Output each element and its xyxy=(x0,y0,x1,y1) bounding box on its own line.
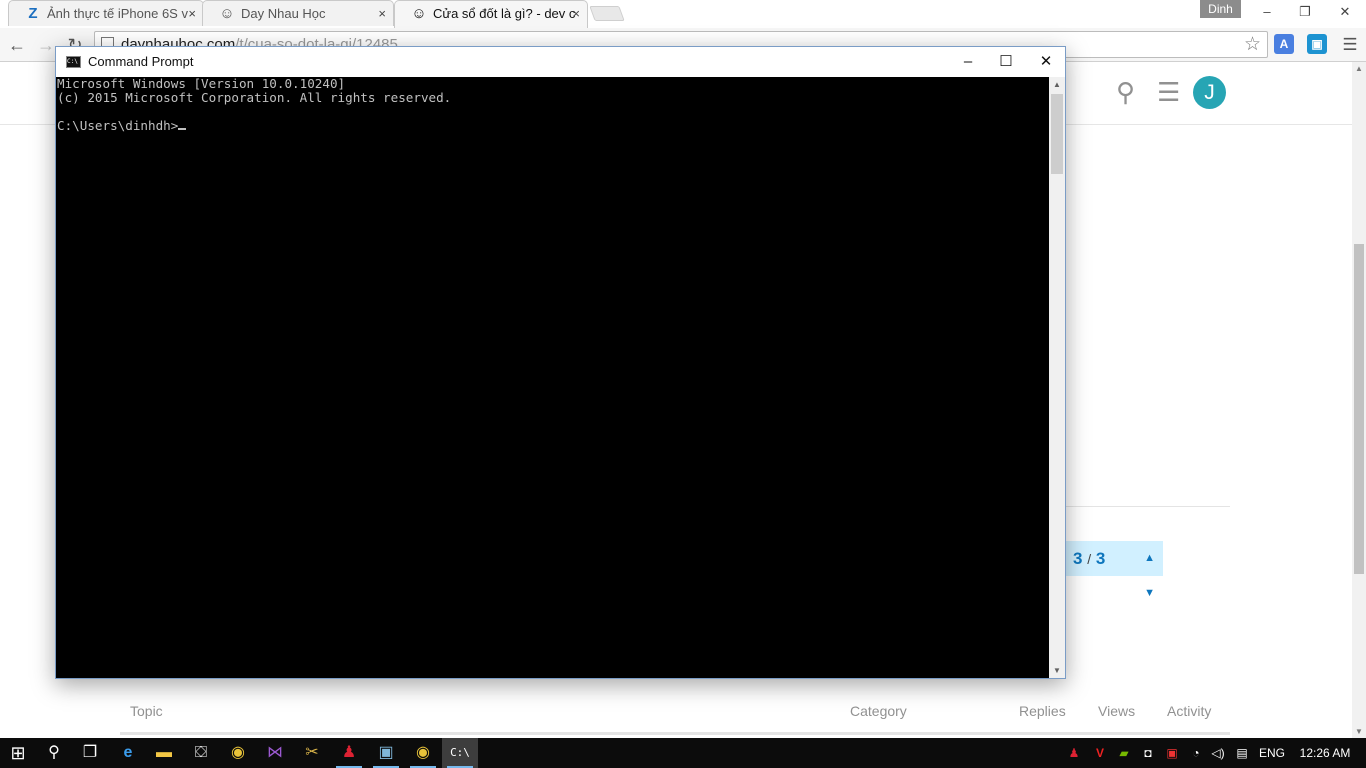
store-icon[interactable]: ⛋ xyxy=(183,738,219,768)
browser-minimize-button[interactable]: – xyxy=(1247,2,1287,22)
language-indicator[interactable]: ENG xyxy=(1256,738,1288,768)
tray-app-icon[interactable]: ♟ xyxy=(1064,738,1084,768)
clock[interactable]: 12:26 AM xyxy=(1294,738,1356,768)
antivirus-icon[interactable]: V xyxy=(1090,738,1110,768)
extension-icon[interactable]: ▣ xyxy=(1307,34,1327,54)
tab-title: Ảnh thực tế iPhone 6S v xyxy=(47,6,188,21)
column-views[interactable]: Views xyxy=(1098,703,1135,719)
task-view-icon[interactable]: ❐ xyxy=(72,738,108,768)
cmd-close-button[interactable]: ✕ xyxy=(1026,47,1066,77)
taskbar: ⊞ ⚲ ❐ e ▬ ⛋ ◉ ⋈ ✂ ♟ ▣ ◉ C:\ ♟ V ▰ ◘ ▣ ◔ … xyxy=(0,738,1366,768)
text-cursor xyxy=(178,128,187,130)
hamburger-menu-icon[interactable]: ☰ xyxy=(1157,79,1180,105)
search-icon[interactable]: ⚲ xyxy=(36,738,72,768)
command-prompt-window[interactable]: C:\ Command Prompt – ☐ ✕ Microsoft Windo… xyxy=(55,46,1066,679)
scroll-down-icon[interactable]: ▼ xyxy=(1352,727,1366,736)
console-prompt-line[interactable]: C:\Users\dinhdh> xyxy=(57,119,1049,133)
column-topic[interactable]: Topic xyxy=(130,703,163,719)
visual-studio-icon[interactable]: ⋈ xyxy=(257,738,293,768)
column-replies[interactable]: Replies xyxy=(1019,703,1066,719)
tab-close-icon[interactable]: × xyxy=(188,1,196,26)
tools-app-icon[interactable]: ✂ xyxy=(294,738,330,768)
cmd-scrollbar[interactable]: ▲ ▼ xyxy=(1049,77,1065,678)
browser-tab[interactable]: ☺ Day Nhau Học × xyxy=(202,0,394,26)
timeline-divider xyxy=(1066,506,1230,507)
remote-desktop-icon[interactable]: ▣ xyxy=(368,738,404,768)
cmd-minimize-button[interactable]: – xyxy=(948,47,988,77)
tab-close-icon[interactable]: × xyxy=(572,1,580,26)
windows-start-icon[interactable]: ⊞ xyxy=(0,738,36,768)
new-tab-button[interactable] xyxy=(589,6,625,21)
post-progress-indicator[interactable]: 3 / 3 ▲ ▼ xyxy=(1066,541,1163,599)
cmd-titlebar[interactable]: C:\ Command Prompt – ☐ ✕ xyxy=(56,47,1065,77)
page-scrollbar-thumb[interactable] xyxy=(1354,244,1364,574)
site-face-icon: ☺ xyxy=(219,5,235,22)
progress-separator: / xyxy=(1087,551,1092,567)
browser-close-button[interactable]: ✕ xyxy=(1325,2,1365,22)
console-line: (c) 2015 Microsoft Corporation. All righ… xyxy=(57,90,452,105)
browser-tab[interactable]: Z Ảnh thực tế iPhone 6S v × xyxy=(8,0,204,26)
back-arrow-icon[interactable]: ← xyxy=(5,33,29,57)
tray-app-icon[interactable]: ◘ xyxy=(1138,738,1158,768)
console-prompt: C:\Users\dinhdh> xyxy=(57,118,179,133)
command-prompt-taskbar-icon[interactable]: C:\ xyxy=(442,738,478,768)
edge-browser-icon[interactable]: e xyxy=(110,738,146,768)
cmd-maximize-button[interactable]: ☐ xyxy=(986,47,1026,77)
sort-arrows-icon: ▲ ▼ xyxy=(1144,552,1155,599)
tray-app-icon[interactable]: ▣ xyxy=(1162,738,1182,768)
scroll-up-icon[interactable]: ▲ xyxy=(1049,80,1065,89)
translate-extension-icon[interactable]: A xyxy=(1274,34,1294,54)
column-activity[interactable]: Activity xyxy=(1167,703,1211,719)
scroll-up-icon[interactable]: ▲ xyxy=(1352,64,1366,73)
cmd-app-icon: C:\ xyxy=(66,56,81,68)
chrome-menu-icon[interactable]: ☰ xyxy=(1338,33,1362,57)
console-line-blank: ​ xyxy=(57,105,1049,119)
file-explorer-icon[interactable]: ▬ xyxy=(146,738,182,768)
browser-tab-active[interactable]: ☺ Cửa sổ đốt là gì? - dev c × xyxy=(394,0,588,28)
scroll-down-icon[interactable]: ▼ xyxy=(1049,666,1065,675)
page-scrollbar[interactable]: ▲ ▼ xyxy=(1352,62,1366,738)
search-icon[interactable]: ⚲ xyxy=(1116,79,1135,105)
cmd-scrollbar-thumb[interactable] xyxy=(1051,94,1063,174)
progress-total: 3 xyxy=(1095,549,1106,568)
site-face-icon: ☺ xyxy=(411,5,427,22)
cmd-console[interactable]: Microsoft Windows [Version 10.0.10240] (c… xyxy=(56,77,1049,678)
bookmark-star-icon[interactable]: ☆ xyxy=(1244,33,1261,56)
volume-icon[interactable]: ◁) xyxy=(1208,738,1228,768)
progress-current: 3 xyxy=(1073,549,1083,568)
z-logo-icon: Z xyxy=(28,5,38,22)
notification-icon[interactable]: ▤ xyxy=(1232,738,1252,768)
topic-list-rule xyxy=(120,732,1230,735)
profile-badge[interactable]: Dinh xyxy=(1200,0,1241,18)
console-line: Microsoft Windows [Version 10.0.10240] xyxy=(57,76,346,91)
column-category[interactable]: Category xyxy=(850,703,907,719)
browser-restore-button[interactable]: ❐ xyxy=(1285,2,1325,22)
nvidia-icon[interactable]: ▰ xyxy=(1114,738,1134,768)
browser-tabstrip: Z Ảnh thực tế iPhone 6S v × ☺ Day Nhau H… xyxy=(0,0,1366,28)
chrome-running-icon[interactable]: ◉ xyxy=(405,738,441,768)
wifi-icon[interactable]: ◔ xyxy=(1186,738,1206,768)
tab-close-icon[interactable]: × xyxy=(378,1,386,26)
user-avatar[interactable]: J xyxy=(1193,76,1226,109)
tab-title: Cửa sổ đốt là gì? - dev c xyxy=(433,6,576,21)
pinned-app-icon[interactable]: ♟ xyxy=(331,738,367,768)
cmd-window-title: Command Prompt xyxy=(88,54,194,69)
chrome-icon[interactable]: ◉ xyxy=(220,738,256,768)
tab-title: Day Nhau Học xyxy=(241,6,326,21)
